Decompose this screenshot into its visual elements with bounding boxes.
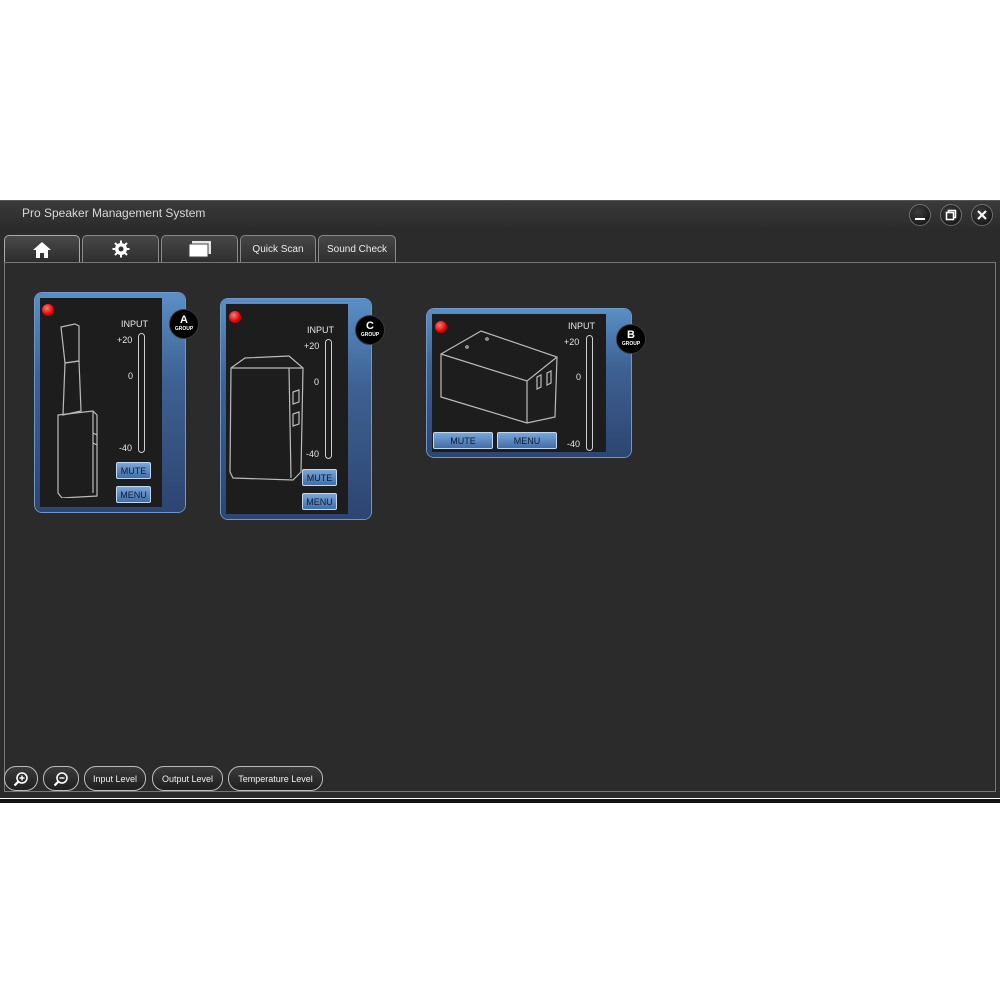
app-window: Pro Speaker Management System Quick Scan… <box>0 200 1000 803</box>
minimize-icon <box>915 218 925 220</box>
tab-bar: Quick Scan Sound Check <box>0 231 1000 263</box>
app-title: Pro Speaker Management System <box>22 206 206 220</box>
column-speaker-image <box>57 323 98 498</box>
menu-button[interactable]: MENU <box>497 432 557 449</box>
scale-mid-label: 0 <box>314 377 320 387</box>
group-letter: A <box>180 314 188 326</box>
scale-top-label: +20 <box>117 335 133 345</box>
mute-button[interactable]: MUTE <box>302 469 337 486</box>
tab-sound-check[interactable]: Sound Check <box>318 235 396 262</box>
device-card-a[interactable]: INPUT +20 0 -40 MUTE MENU A GROUP <box>35 293 199 512</box>
minimize-button[interactable] <box>909 204 931 226</box>
restore-button[interactable] <box>940 204 962 226</box>
windows-icon <box>188 241 211 258</box>
restore-icon <box>945 209 957 221</box>
subwoofer-speaker-image <box>440 330 558 424</box>
mute-button[interactable]: MUTE <box>116 462 151 479</box>
scale-bottom-label: -40 <box>306 449 320 459</box>
gear-icon <box>112 240 129 258</box>
cabinet-speaker-image <box>229 355 304 481</box>
group-badge: C GROUP <box>355 315 385 345</box>
device-workspace: INPUT +20 0 -40 MUTE MENU A GROUP INPUT … <box>4 262 996 792</box>
group-badge: A GROUP <box>169 309 199 339</box>
input-label: INPUT <box>568 321 595 331</box>
group-letter: C <box>366 320 374 332</box>
input-level-meter <box>325 339 332 459</box>
input-label: INPUT <box>121 319 148 329</box>
input-label: INPUT <box>307 325 334 335</box>
scale-bottom-label: -40 <box>119 443 133 453</box>
title-bar: Pro Speaker Management System <box>0 201 1000 231</box>
close-button[interactable] <box>971 204 993 226</box>
scale-top-label: +20 <box>304 341 320 351</box>
temperature-level-button[interactable]: Temperature Level <box>228 766 323 791</box>
status-led <box>229 311 241 323</box>
mute-button[interactable]: MUTE <box>433 432 493 449</box>
home-icon <box>33 241 51 258</box>
status-led <box>42 304 54 316</box>
device-card-c[interactable]: INPUT +20 0 -40 MUTE MENU C GROUP <box>221 299 385 519</box>
menu-button[interactable]: MENU <box>302 493 337 510</box>
group-label: GROUP <box>174 326 194 332</box>
zoom-out-icon <box>53 771 68 786</box>
group-letter: B <box>627 329 635 341</box>
zoom-in-button[interactable] <box>4 766 38 791</box>
group-label: GROUP <box>621 341 641 347</box>
tab-quick-scan[interactable]: Quick Scan <box>240 235 316 262</box>
tab-windows[interactable] <box>161 235 238 262</box>
tab-settings[interactable] <box>82 235 159 262</box>
input-level-button[interactable]: Input Level <box>84 766 146 791</box>
menu-button[interactable]: MENU <box>116 486 151 503</box>
group-label: GROUP <box>360 332 380 338</box>
scale-top-label: +20 <box>564 337 580 347</box>
close-icon <box>977 210 987 220</box>
input-level-meter <box>586 335 593 451</box>
zoom-out-button[interactable] <box>43 766 79 791</box>
input-level-meter <box>138 333 145 453</box>
scale-mid-label: 0 <box>128 371 134 381</box>
group-badge: B GROUP <box>616 324 646 354</box>
zoom-in-icon <box>13 771 28 786</box>
scale-bottom-label: -40 <box>567 439 581 449</box>
window-bottom-edge <box>0 799 1000 803</box>
device-card-b[interactable]: INPUT +20 0 -40 MUTE MENU B GROUP <box>427 309 646 457</box>
scale-mid-label: 0 <box>576 372 582 382</box>
tab-home[interactable] <box>4 235 80 263</box>
output-level-button[interactable]: Output Level <box>152 766 223 791</box>
